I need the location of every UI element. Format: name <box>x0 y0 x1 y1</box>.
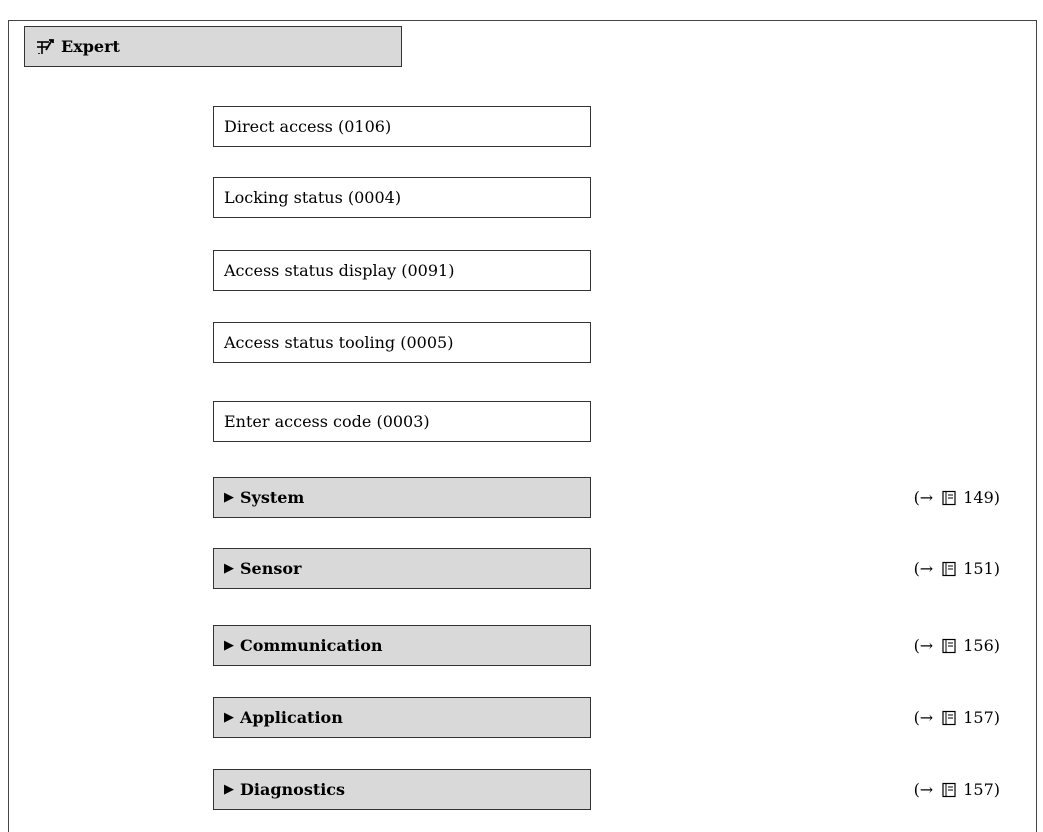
book-icon <box>942 710 956 725</box>
param-label: Access status tooling (0005) <box>224 333 454 352</box>
page-ref-sensor[interactable]: (→ 151) <box>914 548 1000 589</box>
param-enter-access-code[interactable]: Enter access code (0003) <box>213 401 591 442</box>
submenu-application[interactable]: ▶ Application <box>213 697 591 738</box>
book-icon <box>942 561 956 576</box>
submenu-arrow-icon: ▶ <box>224 561 234 576</box>
submenu-arrow-icon: ▶ <box>224 782 234 797</box>
page-ref-prefix: (→ <box>913 708 934 727</box>
param-label: Access status display (0091) <box>224 261 455 280</box>
page-ref-number: 151) <box>963 559 1000 578</box>
submenu-label: Communication <box>240 636 383 655</box>
page-ref-number: 157) <box>963 780 1000 799</box>
submenu-system[interactable]: ▶ System <box>213 477 591 518</box>
param-label: Enter access code (0003) <box>224 412 430 431</box>
book-icon <box>942 638 956 653</box>
page-ref-number: 149) <box>963 488 1000 507</box>
submenu-sensor[interactable]: ▶ Sensor <box>213 548 591 589</box>
param-label: Direct access (0106) <box>224 117 392 136</box>
book-icon <box>942 490 956 505</box>
param-label: Locking status (0004) <box>224 188 402 207</box>
submenu-label: Sensor <box>240 559 302 578</box>
expert-wrench-icon <box>37 38 54 54</box>
submenu-label: Application <box>240 708 343 727</box>
page-ref-prefix: (→ <box>913 559 934 578</box>
submenu-communication[interactable]: ▶ Communication <box>213 625 591 666</box>
submenu-arrow-icon: ▶ <box>224 490 234 505</box>
page-ref-application[interactable]: (→ 157) <box>914 697 1000 738</box>
param-access-status-tooling[interactable]: Access status tooling (0005) <box>213 322 591 363</box>
expert-menu-header[interactable]: Expert <box>24 26 402 67</box>
param-direct-access[interactable]: Direct access (0106) <box>213 106 591 147</box>
submenu-diagnostics[interactable]: ▶ Diagnostics <box>213 769 591 810</box>
page-ref-diagnostics[interactable]: (→ 157) <box>914 769 1000 810</box>
page-ref-prefix: (→ <box>913 636 934 655</box>
submenu-arrow-icon: ▶ <box>224 638 234 653</box>
page-ref-number: 157) <box>963 708 1000 727</box>
page-ref-prefix: (→ <box>913 488 934 507</box>
expert-title: Expert <box>61 37 120 56</box>
page-ref-prefix: (→ <box>913 780 934 799</box>
submenu-arrow-icon: ▶ <box>224 710 234 725</box>
submenu-label: Diagnostics <box>240 780 346 799</box>
page-ref-number: 156) <box>963 636 1000 655</box>
page-ref-communication[interactable]: (→ 156) <box>914 625 1000 666</box>
book-icon <box>942 782 956 797</box>
param-access-status-display[interactable]: Access status display (0091) <box>213 250 591 291</box>
submenu-label: System <box>240 488 305 507</box>
param-locking-status[interactable]: Locking status (0004) <box>213 177 591 218</box>
page-ref-system[interactable]: (→ 149) <box>914 477 1000 518</box>
